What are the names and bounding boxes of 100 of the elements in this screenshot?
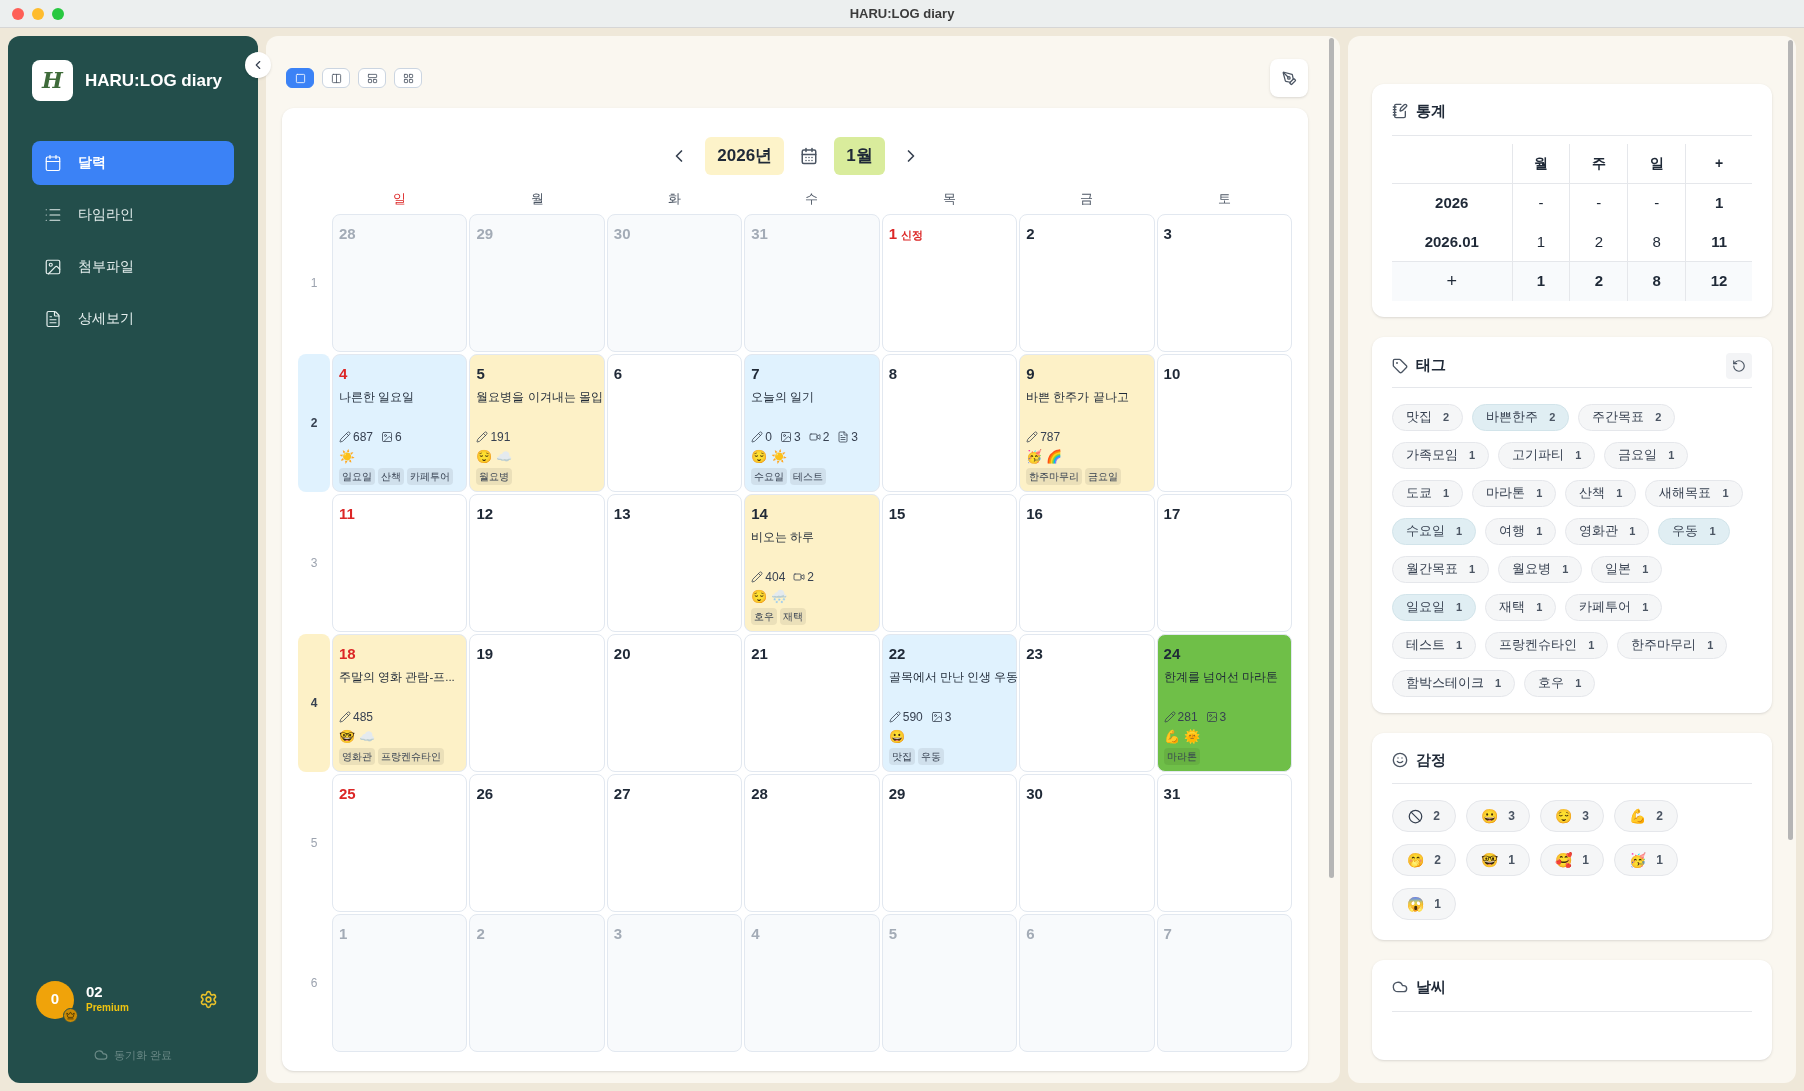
day-cell[interactable]: 26 <box>469 774 605 912</box>
row-label: 2026.01 <box>1392 222 1512 262</box>
day-number: 8 <box>888 364 898 384</box>
day-cell[interactable]: 12 <box>469 494 605 632</box>
tag-filter-chip[interactable]: 고기파티 1 <box>1498 441 1596 469</box>
nav-item[interactable]: 첨부파일 <box>32 245 234 289</box>
tag-filter-chip[interactable]: 수요일 1 <box>1392 517 1477 545</box>
emotion-chip[interactable]: 🤓 1 <box>1466 844 1530 876</box>
weekday-label: 월 <box>529 190 545 209</box>
tag-filter-chip[interactable]: 월간목표 1 <box>1392 555 1490 583</box>
tag-filter-chip[interactable]: 맛집 2 <box>1392 403 1464 431</box>
day-cell[interactable]: 14 비오는 하루 404 2 😌 🌨 호우 재택 <box>744 494 880 632</box>
day-number: 30 <box>613 224 631 244</box>
day-cell[interactable]: 10 <box>1156 354 1292 492</box>
tag-filter-chip[interactable]: 한주마무리 1 <box>1617 631 1728 659</box>
tag-filter-chip[interactable]: 여행 1 <box>1485 517 1557 545</box>
day-cell[interactable]: 16 <box>1019 494 1155 632</box>
reset-button[interactable] <box>1726 352 1752 379</box>
settings-icon[interactable] <box>199 990 218 1009</box>
day-cell[interactable]: 19 <box>469 634 605 772</box>
tag-filter-chip[interactable]: 주간목표 2 <box>1578 403 1676 431</box>
tag-filter-chip[interactable]: 호우 1 <box>1524 669 1596 697</box>
tag-chip: 일요일 <box>339 468 375 485</box>
tag-filter-chip[interactable]: 일요일 1 <box>1392 593 1477 621</box>
pencil-icon <box>1026 431 1039 443</box>
emotion-chip[interactable]: 🥳 1 <box>1614 844 1678 876</box>
day-cell[interactable]: 15 <box>881 494 1018 632</box>
tag-filter-chip[interactable]: 영화관 1 <box>1565 517 1650 545</box>
emotion-chip[interactable]: 😱 1 <box>1392 888 1456 920</box>
tag-filter-chip[interactable]: 테스트 1 <box>1392 631 1477 659</box>
day-cell[interactable]: 25 <box>332 774 468 912</box>
day-cell[interactable]: 11 <box>332 494 468 632</box>
day-cell[interactable]: 21 <box>744 634 880 772</box>
tag-filter-chip[interactable]: 도쿄 1 <box>1392 479 1464 507</box>
day-cell[interactable]: 5 월요병을 이겨내는 몰입 191 😌 ☁ 월요병 <box>469 354 605 492</box>
tag-filter-chip[interactable]: 일본 1 <box>1591 555 1663 583</box>
emoji: 🥳 <box>1026 448 1043 466</box>
entry-title: 월요병을 이겨내는 몰입 <box>476 389 603 405</box>
tag-filter-chip[interactable]: 바쁜한주 2 <box>1472 403 1570 431</box>
calendar-icon[interactable] <box>800 147 819 165</box>
day-cell[interactable]: 18 주말의 영화 관람-프... 485 🤓 ☁ 영화관 프랑켄슈타인 <box>332 634 468 772</box>
day-cell[interactable]: 23 <box>1019 634 1155 772</box>
emotion-chip[interactable]: 😌 3 <box>1540 800 1604 832</box>
tag-filter-chip[interactable]: 마라톤 1 <box>1472 479 1557 507</box>
collapse-button[interactable] <box>245 52 271 78</box>
user-name: 02 <box>86 984 104 1000</box>
day-number: 18 <box>339 644 356 664</box>
pen-tool-button[interactable] <box>1270 59 1308 97</box>
day-cell[interactable]: 20 <box>606 634 743 772</box>
tag-filter-chip[interactable]: 카페투어 1 <box>1565 593 1663 621</box>
day-cell[interactable]: 1 신정 <box>881 214 1018 352</box>
emotion-chip[interactable]: 2 <box>1392 800 1456 832</box>
emotion-chip[interactable]: 🥰 1 <box>1540 844 1604 876</box>
tag-chip: 한주마무리 <box>1026 468 1083 485</box>
day-cell[interactable]: 2 <box>1019 214 1155 352</box>
view-toggle[interactable] <box>286 68 314 88</box>
tag-filter-chip[interactable]: 월요병 1 <box>1498 555 1583 583</box>
nav-item[interactable]: 달력 <box>32 141 234 185</box>
close-icon[interactable] <box>12 7 24 20</box>
nav-item[interactable]: 타임라인 <box>32 193 234 237</box>
stat-count: 3 <box>851 429 859 446</box>
tag-filter-chip[interactable]: 프랑켄슈타인 1 <box>1485 631 1609 659</box>
scrollbar[interactable] <box>1329 38 1334 878</box>
emotion-chip[interactable]: 💪 2 <box>1614 800 1678 832</box>
day-cell[interactable]: 30 <box>1019 774 1155 912</box>
day-number: 19 <box>476 644 494 664</box>
tag-icon <box>1392 357 1408 374</box>
year-label[interactable]: 2026년 <box>705 137 785 175</box>
day-cell[interactable]: 28 <box>744 774 880 912</box>
tag-filter-chip[interactable]: 새해목표 1 <box>1645 479 1743 507</box>
day-number: 29 <box>888 784 906 804</box>
day-cell[interactable]: 24 한계를 넘어선 마라톤 281 3 💪 🌞 마라톤 <box>1156 634 1292 772</box>
day-cell[interactable]: 3 <box>1156 214 1292 352</box>
day-cell[interactable]: 13 <box>606 494 743 632</box>
day-cell[interactable]: 9 바쁜 한주가 끝나고 787 🥳 🌈 한주마무리 금요일 <box>1019 354 1155 492</box>
day-cell[interactable]: 8 <box>881 354 1018 492</box>
tag-filter-chip[interactable]: 함박스테이크 1 <box>1392 669 1516 697</box>
weekday-label: 목 <box>941 190 957 209</box>
nav-item[interactable]: 상세보기 <box>32 297 234 341</box>
tag-filter-chip[interactable]: 우동 1 <box>1658 517 1730 545</box>
tag-filter-chip[interactable]: 재택 1 <box>1485 593 1557 621</box>
day-cell[interactable]: 29 <box>881 774 1018 912</box>
tag-filter-chip[interactable]: 산책 1 <box>1565 479 1637 507</box>
table-cell: 12 <box>1685 261 1752 301</box>
day-number: 7 <box>751 364 760 384</box>
month-label[interactable]: 1월 <box>834 137 885 175</box>
tag-filter-chip[interactable]: 가족모임 1 <box>1392 441 1490 469</box>
tag-chip: 프랑켄슈타인 <box>378 748 444 765</box>
day-cell[interactable]: 17 <box>1156 494 1292 632</box>
emotion-chip[interactable]: 😀 3 <box>1466 800 1530 832</box>
day-cell[interactable]: 22 골목에서 만난 인생 우동 590 3 😀 맛집 우동 <box>881 634 1018 772</box>
day-cell[interactable]: 6 <box>606 354 743 492</box>
day-cell[interactable]: 27 <box>606 774 743 912</box>
day-cell[interactable]: 7 오늘의 일기 0 3 2 3 😌 ☀ 수요일 테스트 <box>744 354 880 492</box>
scrollbar[interactable] <box>1788 40 1793 840</box>
tag-filter-chip[interactable]: 금요일 1 <box>1604 441 1689 469</box>
emotion-chip[interactable]: 🤭 2 <box>1392 844 1456 876</box>
day-number: 31 <box>751 224 768 244</box>
day-cell[interactable]: 4 나른한 일요일 687 6 ☀ 일요일 산책 카페투어 <box>332 354 468 492</box>
day-cell[interactable]: 31 <box>1156 774 1292 912</box>
